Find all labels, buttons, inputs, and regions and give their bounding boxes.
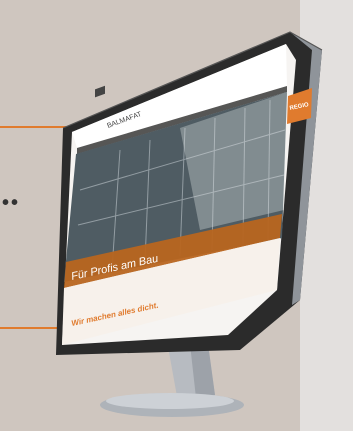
monitor-stand-base-top — [106, 393, 234, 409]
brand-logo-mark — [95, 85, 105, 98]
imac-illustration: BALMAFAT Für Profis am Bau Wir machen al… — [56, 31, 323, 417]
